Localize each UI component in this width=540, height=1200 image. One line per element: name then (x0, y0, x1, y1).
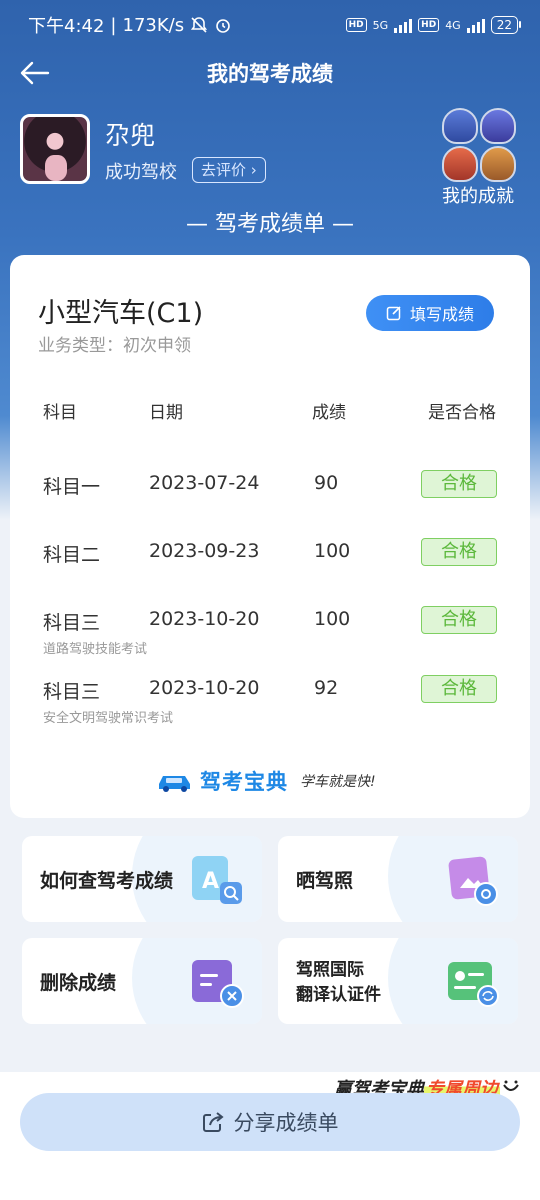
date-cell: 2023-09-23 (149, 540, 260, 562)
pass-badge: 合格 (421, 538, 497, 566)
nav-bar: 我的驾考成绩 (0, 50, 540, 96)
username: 尕兜 (105, 121, 156, 150)
table-row: 科目二 2023-09-23 100 合格 (10, 538, 530, 600)
network-5g-label: 5G (372, 18, 389, 32)
intl-license-line1: 驾照国际 (296, 960, 364, 980)
subject-cell: 科目三 (43, 612, 101, 634)
back-button[interactable] (18, 58, 52, 88)
smile-icon (503, 1080, 519, 1091)
pass-badge: 合格 (421, 470, 497, 498)
search-document-icon: A (192, 856, 242, 904)
check-scores-tile[interactable]: 如何查驾考成绩 A (22, 836, 262, 922)
edit-icon (386, 306, 401, 321)
date-cell: 2023-07-24 (149, 472, 260, 494)
svg-text:A: A (202, 869, 219, 894)
score-cell: 90 (314, 472, 339, 494)
score-cell: 100 (314, 540, 351, 562)
badge-icon (442, 108, 478, 144)
rate-school-button[interactable]: 去评价 › (192, 157, 266, 183)
score-card: 小型汽车(C1) 业务类型：初次申领 填写成绩 科目 日期 成绩 是否合格 科目… (10, 255, 530, 818)
share-report-label: 分享成绩单 (233, 1111, 339, 1135)
header-subject: 科目 (43, 403, 77, 423)
check-scores-label: 如何查驾考成绩 (40, 870, 174, 892)
pass-badge: 合格 (421, 606, 497, 634)
hd-badge-1: HD (345, 18, 367, 32)
brand-slogan: 学车就是快! (300, 774, 376, 790)
fill-scores-label: 填写成绩 (409, 305, 474, 324)
brand-logo: 驾考宝典 学车就是快! (156, 766, 386, 796)
achievements-label[interactable]: 我的成就 (442, 182, 514, 208)
date-cell: 2023-10-20 (149, 608, 260, 630)
table-row: 科目一 2023-07-24 90 合格 (10, 470, 530, 532)
exam-note: 安全文明驾驶常识考试 (43, 711, 174, 726)
badge-icon (442, 146, 478, 182)
intl-license-line2: 翻译认证件 (296, 985, 381, 1005)
header-passed: 是否合格 (428, 403, 496, 423)
clock: 下午4:42 (28, 16, 105, 37)
chevron-right-icon: › (246, 161, 257, 179)
badge-icon (480, 108, 516, 144)
avatar[interactable] (20, 114, 90, 184)
share-report-button[interactable]: 分享成绩单 (20, 1093, 520, 1151)
intl-license-label: 驾照国际 翻译认证件 (296, 958, 381, 1008)
fill-scores-button[interactable]: 填写成绩 (366, 295, 494, 331)
header-score: 成绩 (312, 403, 346, 423)
show-license-label: 晒驾照 (296, 870, 354, 892)
share-icon (202, 1112, 224, 1132)
intl-license-tile[interactable]: 驾照国际 翻译认证件 (278, 938, 518, 1024)
status-bar: 下午4:42 | 173K/s HD 5G HD 4G 22 (0, 0, 540, 50)
badge-icon (480, 146, 516, 182)
table-row: 科目三 2023-10-20 100 合格 道路驾驶技能考试 (10, 606, 530, 668)
subject-cell: 科目一 (43, 476, 101, 498)
show-license-tile[interactable]: 晒驾照 (278, 836, 518, 922)
delete-scores-label: 删除成绩 (40, 972, 117, 994)
driving-school: 成功驾校 (105, 162, 177, 183)
score-cell: 92 (314, 677, 339, 699)
delete-document-icon (192, 960, 244, 1008)
hd-badge-2: HD (418, 18, 440, 32)
business-type: 业务类型：初次申领 (38, 336, 191, 356)
bell-off-icon (191, 17, 208, 33)
photo-share-icon (448, 856, 498, 906)
subject-cell: 科目三 (43, 681, 101, 703)
subject-cell: 科目二 (43, 544, 101, 566)
report-title: — 驾考成绩单 — (186, 212, 354, 237)
signal-4g-icon (466, 17, 485, 33)
delete-scores-tile[interactable]: 删除成绩 (22, 938, 262, 1024)
signal-5g-icon (394, 17, 413, 33)
date-cell: 2023-10-20 (149, 677, 260, 699)
table-row: 科目三 2023-10-20 92 合格 安全文明驾驶常识考试 (10, 675, 530, 737)
network-speed: 173K/s (122, 14, 185, 36)
score-cell: 100 (314, 608, 351, 630)
car-type: 小型汽车(C1) (38, 298, 204, 329)
network-4g-label: 4G (445, 18, 461, 32)
header-date: 日期 (149, 403, 183, 423)
battery-icon: 22 (490, 16, 522, 34)
rate-label: 去评价 (201, 161, 247, 179)
back-arrow-icon (20, 61, 50, 85)
car-logo-icon (159, 776, 190, 792)
brand-name: 驾考宝典 (200, 770, 288, 794)
exam-note: 道路驾驶技能考试 (43, 642, 148, 657)
alarm-icon (216, 19, 230, 33)
page-title: 我的驾考成绩 (207, 62, 333, 86)
id-card-icon (448, 962, 499, 1007)
pass-badge: 合格 (421, 675, 497, 703)
